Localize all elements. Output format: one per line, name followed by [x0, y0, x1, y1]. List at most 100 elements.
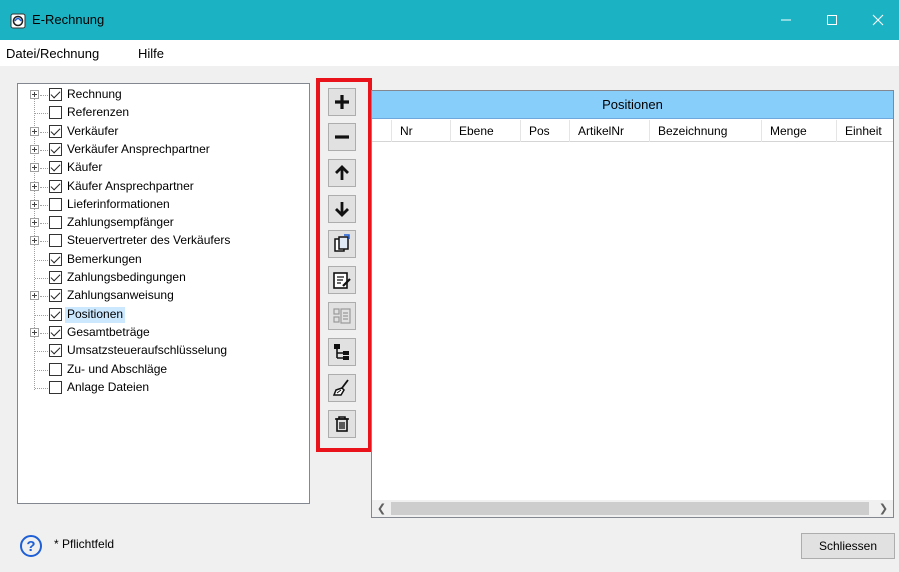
expand-icon[interactable]: [30, 236, 39, 246]
tree-item-checkbox[interactable]: [49, 362, 62, 376]
tree-item[interactable]: Bemerkungen: [18, 251, 309, 269]
tree-item-checkbox[interactable]: [49, 234, 62, 248]
tree-item-label[interactable]: Gesamtbeträge: [65, 325, 152, 341]
copy-position-button[interactable]: [328, 230, 356, 258]
tree-connector: [40, 241, 48, 243]
schliessen-button[interactable]: Schliessen: [801, 533, 895, 559]
tree-connector: [40, 223, 48, 225]
tree-item[interactable]: Zu- und Abschläge: [18, 361, 309, 379]
menu-hilfe[interactable]: Hilfe: [138, 46, 164, 61]
column-header-einheit[interactable]: Einheit: [837, 120, 897, 142]
tree-item[interactable]: Rechnung: [18, 86, 309, 104]
scroll-right-icon[interactable]: ❯: [876, 500, 891, 517]
tree-item-checkbox[interactable]: [49, 197, 62, 211]
tree-item-label[interactable]: Käufer: [65, 160, 104, 176]
add-position-button[interactable]: [328, 88, 356, 116]
tree-item-checkbox[interactable]: [49, 380, 62, 394]
tree-item-checkbox[interactable]: [49, 142, 62, 156]
expand-icon[interactable]: [30, 218, 39, 228]
tree-item[interactable]: Zahlungsempfänger: [18, 214, 309, 232]
tree-connector: [35, 278, 48, 279]
tree-item-checkbox[interactable]: [49, 325, 62, 339]
maximize-button[interactable]: [809, 0, 855, 40]
tree-item[interactable]: Steuervertreter des Verkäufers: [18, 232, 309, 250]
tree-item[interactable]: Käufer: [18, 159, 309, 177]
tree-item-label[interactable]: Rechnung: [65, 87, 124, 103]
section-tree[interactable]: Rechnung Referenzen Verkäufer Verkäufer Ans…: [17, 83, 310, 504]
tree-item-checkbox[interactable]: [49, 307, 62, 321]
tree-item[interactable]: Referenzen: [18, 104, 309, 122]
column-header-ebene[interactable]: Ebene: [451, 120, 521, 142]
tree-item-checkbox[interactable]: [49, 124, 62, 138]
tree-item-label[interactable]: Positionen: [65, 306, 126, 323]
tree-item[interactable]: Anlage Dateien: [18, 379, 309, 397]
minimize-button[interactable]: [763, 0, 809, 40]
expand-icon[interactable]: [30, 327, 39, 337]
column-header-menge[interactable]: Menge: [762, 120, 837, 142]
tree-item-label[interactable]: Zahlungsanweisung: [65, 288, 176, 304]
tree-item[interactable]: Umsatzsteueraufschlüsselung: [18, 342, 309, 360]
tree-item-label[interactable]: Käufer Ansprechpartner: [65, 179, 196, 195]
tree-item-checkbox[interactable]: [49, 252, 62, 266]
expand-icon[interactable]: [30, 126, 39, 136]
tree-item-checkbox[interactable]: [49, 179, 62, 193]
column-header-pos[interactable]: Pos: [521, 120, 570, 142]
clear-button[interactable]: [328, 374, 356, 402]
tree-item-label[interactable]: Verkäufer: [65, 124, 120, 140]
tree-item[interactable]: Käufer Ansprechpartner: [18, 178, 309, 196]
tree-item-checkbox[interactable]: [49, 289, 62, 303]
hierarchy-button[interactable]: [328, 338, 356, 366]
tree-item-label[interactable]: Zu- und Abschläge: [65, 362, 169, 378]
expand-icon[interactable]: [30, 199, 39, 209]
edit-position-button[interactable]: [328, 266, 356, 294]
tree-item[interactable]: Zahlungsanweisung: [18, 287, 309, 305]
move-down-button[interactable]: [328, 195, 356, 223]
tree-item-checkbox[interactable]: [49, 216, 62, 230]
tree-connector: [35, 314, 48, 316]
menu-bar: Datei/Rechnung Hilfe: [0, 40, 899, 66]
horizontal-scrollbar[interactable]: ❮ ❯: [372, 500, 893, 517]
expand-icon[interactable]: [30, 181, 39, 191]
minus-icon: [335, 135, 349, 139]
move-up-button[interactable]: [328, 159, 356, 187]
tree-connector: [40, 168, 48, 170]
tree-item-label[interactable]: Zahlungsbedingungen: [65, 270, 188, 286]
tree-item-label[interactable]: Zahlungsempfänger: [65, 215, 176, 231]
tree-item[interactable]: Lieferinformationen: [18, 196, 309, 214]
minimize-icon: [781, 19, 791, 21]
tree-item-checkbox[interactable]: [49, 106, 62, 120]
scroll-thumb[interactable]: [391, 502, 869, 515]
expand-icon[interactable]: [30, 144, 39, 154]
delete-button[interactable]: [328, 410, 356, 438]
remove-position-button[interactable]: [328, 123, 356, 151]
help-icon[interactable]: ?: [20, 535, 42, 557]
column-header-artikelnr[interactable]: ArtikelNr: [570, 120, 650, 142]
tree-item-label[interactable]: Lieferinformationen: [65, 197, 172, 213]
tree-item-checkbox[interactable]: [49, 88, 62, 101]
tree-item-label[interactable]: Steuervertreter des Verkäufers: [65, 233, 232, 249]
tree-item-label[interactable]: Umsatzsteueraufschlüsselung: [65, 343, 229, 359]
tree-item[interactable]: Zahlungsbedingungen: [18, 269, 309, 287]
tree-item-label[interactable]: Anlage Dateien: [65, 380, 151, 396]
expand-icon[interactable]: [30, 163, 39, 173]
tree-item-label[interactable]: Verkäufer Ansprechpartner: [65, 142, 212, 158]
menu-datei-rechnung[interactable]: Datei/Rechnung: [6, 46, 99, 61]
expand-icon[interactable]: [30, 291, 39, 301]
tree-item[interactable]: Verkäufer: [18, 123, 309, 141]
tree-item[interactable]: Verkäufer Ansprechpartner: [18, 141, 309, 159]
tree-item-checkbox[interactable]: [49, 271, 62, 284]
tree-item[interactable]: Gesamtbeträge: [18, 324, 309, 342]
column-header-bezeichnung[interactable]: Bezeichnung: [650, 120, 762, 142]
tree-item-label[interactable]: Bemerkungen: [65, 252, 144, 268]
close-window-button[interactable]: [855, 0, 899, 40]
tree-connector: [40, 186, 48, 188]
tree-item-label[interactable]: Referenzen: [65, 105, 131, 121]
scroll-left-icon[interactable]: ❮: [374, 500, 389, 517]
tree-item-checkbox[interactable]: [49, 161, 62, 175]
positions-grid[interactable]: Positionen Nr Ebene Pos ArtikelNr Bezeic…: [371, 90, 894, 518]
tree-item[interactable]: Positionen: [18, 306, 309, 324]
tree-item-checkbox[interactable]: [49, 344, 62, 358]
column-header-nr[interactable]: Nr: [392, 120, 451, 142]
expand-icon[interactable]: [30, 90, 39, 99]
list-view-button[interactable]: [328, 302, 356, 330]
